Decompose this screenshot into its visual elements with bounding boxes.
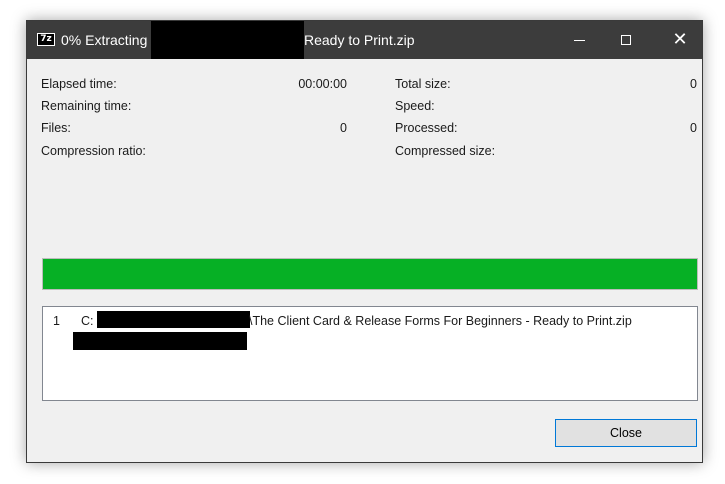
list-item-index: 1 <box>53 314 60 328</box>
window-title-filename: Ready to Print.zip <box>304 32 415 48</box>
processed-value: 0 <box>690 121 697 135</box>
file-list[interactable]: 1 C: \The Client Card & Release Forms Fo… <box>42 306 698 401</box>
files-label: Files: <box>41 121 71 135</box>
list-item-path-suffix: \The Client Card & Release Forms For Beg… <box>249 314 632 328</box>
7zip-app-icon: 7z <box>37 33 55 46</box>
close-button[interactable]: Close <box>555 419 697 447</box>
maximize-button[interactable] <box>603 21 649 59</box>
redacted-title-block <box>151 21 304 59</box>
redacted-path-block <box>97 311 250 328</box>
total-size-value: 0 <box>690 77 697 91</box>
processed-label: Processed: <box>395 121 458 135</box>
close-window-button[interactable]: ✕ <box>657 21 703 59</box>
elapsed-time-value: 00:00:00 <box>298 77 347 91</box>
files-value: 0 <box>340 121 347 135</box>
extraction-dialog: 7z 0% Extracting Ready to Print.zip ✕ El… <box>26 20 703 463</box>
total-size-label: Total size: <box>395 77 451 91</box>
window-title-progress: 0% Extracting <box>61 32 148 48</box>
close-icon: ✕ <box>672 29 688 50</box>
minimize-icon <box>573 39 585 41</box>
maximize-icon <box>621 35 631 45</box>
remaining-time-label: Remaining time: <box>41 99 132 113</box>
list-item[interactable]: 1 C: \The Client Card & Release Forms Fo… <box>43 307 697 353</box>
extraction-progress-bar <box>42 258 698 290</box>
redacted-path-block-2 <box>73 332 247 350</box>
elapsed-time-label: Elapsed time: <box>41 77 117 91</box>
list-item-path-prefix: C: <box>81 314 94 328</box>
progress-bar-fill <box>43 259 697 289</box>
minimize-button[interactable] <box>556 21 602 59</box>
compressed-size-label: Compressed size: <box>395 144 496 158</box>
speed-label: Speed: <box>395 99 435 113</box>
title-bar[interactable]: 7z 0% Extracting Ready to Print.zip ✕ <box>27 21 702 59</box>
compression-ratio-label: Compression ratio: <box>41 144 146 158</box>
